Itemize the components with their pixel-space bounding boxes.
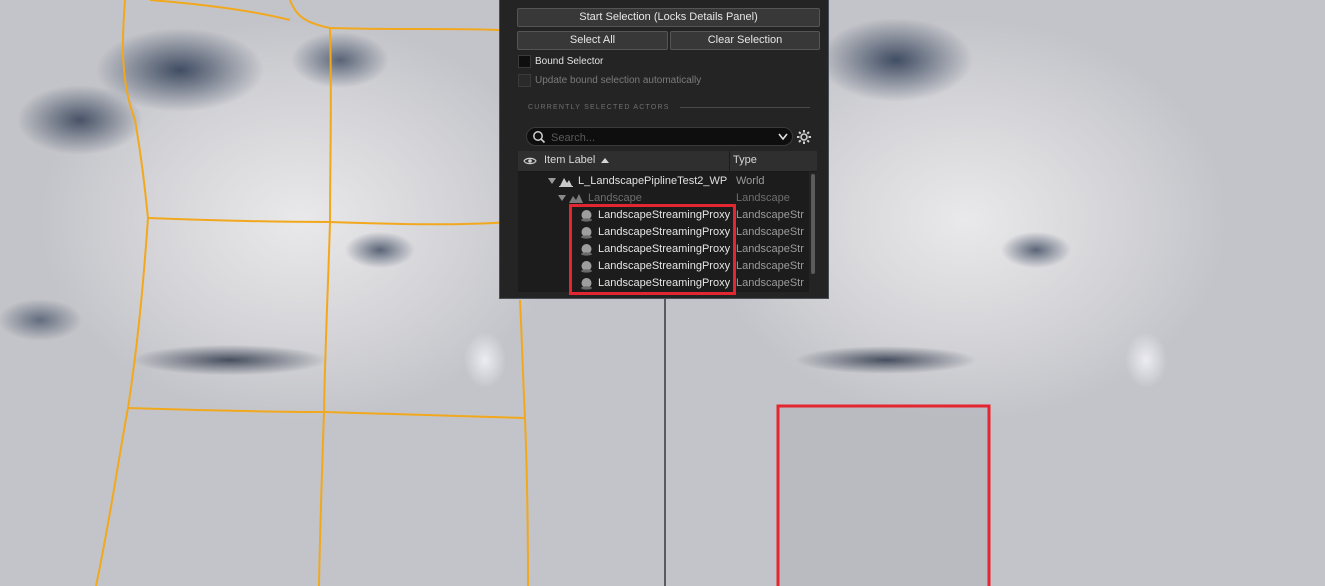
section-title: CURRENTLY SELECTED ACTORS	[528, 104, 670, 111]
actor-sphere-icon	[581, 261, 592, 273]
grid-line	[95, 0, 150, 586]
chevron-down-icon[interactable]	[778, 133, 788, 141]
item-label: Landscape	[588, 192, 642, 204]
clear-selection-button[interactable]: Clear Selection	[670, 31, 820, 50]
item-label: L_LandscapePiplineTest2_WP	[578, 175, 728, 187]
item-label: LandscapeStreamingProxy	[598, 243, 731, 255]
actor-sphere-icon	[581, 244, 592, 256]
bound-selector-checkbox[interactable]	[518, 54, 531, 68]
item-label: LandscapeStreamingProxy	[598, 277, 731, 289]
update-bound-checkbox[interactable]	[518, 73, 531, 87]
list-header: Item Label Type	[518, 151, 817, 172]
sort-ascending-icon	[601, 158, 610, 163]
column-separator[interactable]	[729, 151, 730, 171]
item-type: LandscapeStr	[736, 226, 804, 238]
item-type: LandscapeStr	[736, 260, 804, 272]
section-header: CURRENTLY SELECTED ACTORS	[528, 104, 810, 111]
list-item[interactable]: LandscapeStreamingProxy LandscapeStr	[518, 241, 809, 258]
grid-line	[289, 0, 332, 586]
list-item[interactable]: Landscape Landscape	[518, 190, 809, 207]
column-type[interactable]: Type	[733, 154, 757, 166]
item-type: LandscapeStr	[736, 209, 804, 221]
search-input[interactable]	[549, 129, 753, 146]
grid-line	[329, 27, 500, 31]
grid-line	[519, 299, 529, 586]
actor-list: L_LandscapePiplineTest2_WP World Landsca…	[518, 172, 809, 292]
item-label: LandscapeStreamingProxy	[598, 226, 731, 238]
divider	[679, 107, 810, 108]
search-icon	[533, 131, 546, 144]
actor-sphere-icon	[581, 278, 592, 290]
search-field[interactable]	[526, 127, 793, 146]
column-item-label-text: Item Label	[544, 154, 596, 166]
item-label: LandscapeStreamingProxy	[598, 209, 731, 221]
item-type: LandscapeStr	[736, 277, 804, 289]
list-item[interactable]: LandscapeStreamingProxy LandscapeStr	[518, 258, 809, 275]
world-icon	[559, 178, 573, 187]
bound-selector-label: Bound Selector	[535, 55, 604, 67]
select-all-button[interactable]: Select All	[517, 31, 668, 50]
item-type: Landscape	[736, 192, 790, 204]
list-item[interactable]: L_LandscapePiplineTest2_WP World	[518, 173, 809, 190]
column-item-label[interactable]: Item Label	[544, 154, 610, 166]
start-selection-button[interactable]: Start Selection (Locks Details Panel)	[517, 8, 820, 27]
actor-sphere-icon	[581, 210, 592, 222]
item-type: LandscapeStr	[736, 243, 804, 255]
bound-selector-row[interactable]: Bound Selector	[518, 54, 603, 68]
scrollbar-thumb[interactable]	[811, 174, 815, 274]
list-item[interactable]: LandscapeStreamingProxy LandscapeStr	[518, 207, 809, 224]
visibility-eye-icon[interactable]	[523, 156, 537, 166]
actor-sphere-icon	[581, 227, 592, 239]
list-item[interactable]: LandscapeStreamingProxy LandscapeStr	[518, 224, 809, 241]
list-scrollbar[interactable]	[809, 172, 817, 292]
item-type: World	[736, 175, 765, 187]
update-bound-row[interactable]: Update bound selection automatically	[518, 73, 701, 87]
item-label: LandscapeStreamingProxy	[598, 260, 731, 272]
expand-arrow-icon[interactable]	[558, 195, 566, 201]
expand-arrow-icon[interactable]	[548, 178, 556, 184]
grid-line	[127, 407, 526, 419]
grid-line	[149, 0, 291, 21]
gear-icon[interactable]	[796, 129, 812, 145]
update-bound-label: Update bound selection automatically	[535, 74, 702, 86]
selection-panel: Start Selection (Locks Details Panel) Se…	[499, 0, 829, 299]
list-item[interactable]: LandscapeStreamingProxy LandscapeStr	[518, 275, 809, 292]
landscape-icon	[569, 194, 583, 203]
